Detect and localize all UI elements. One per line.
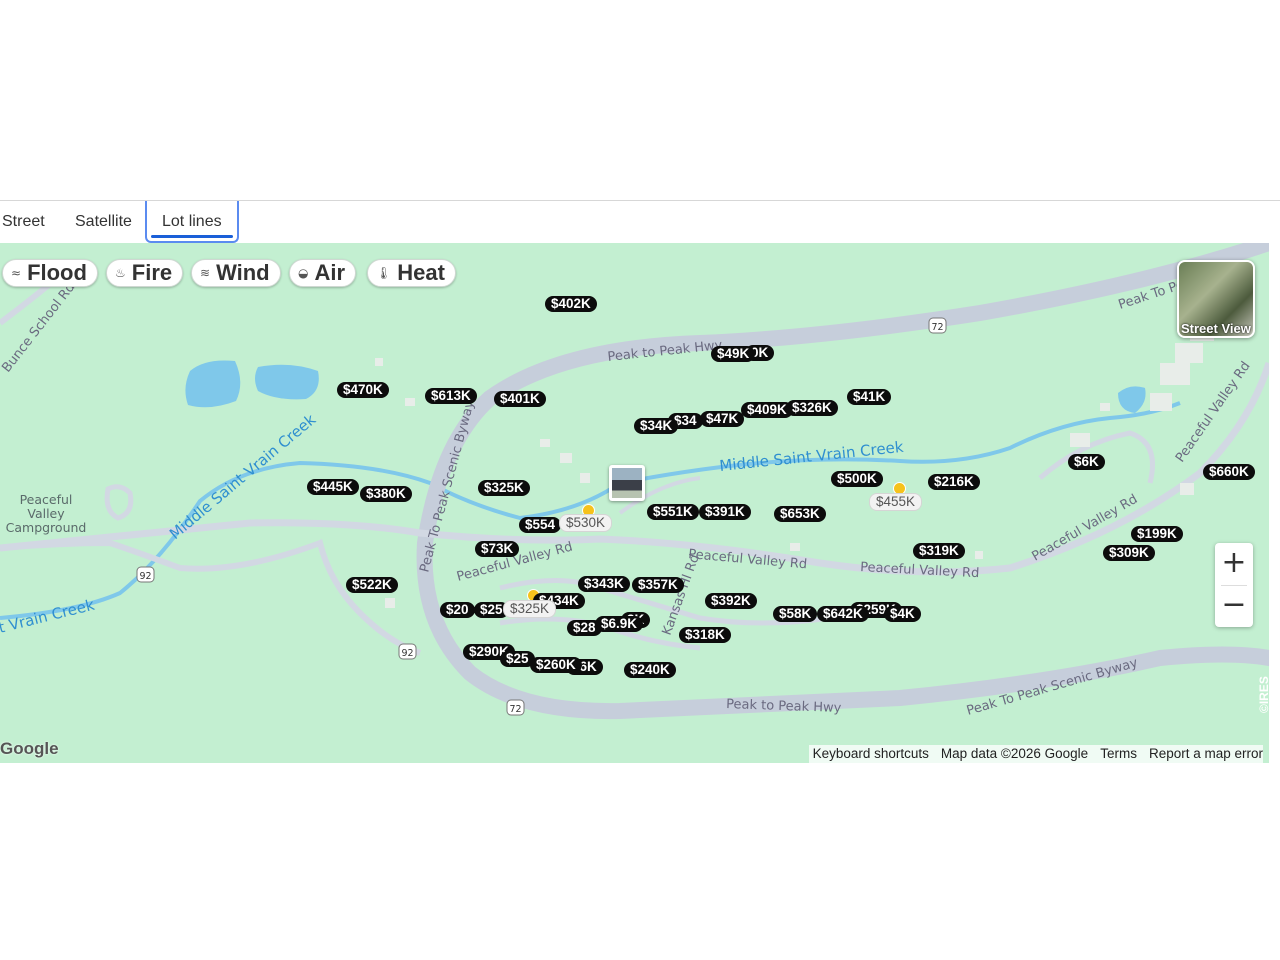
thermometer-icon: 🌡 bbox=[376, 266, 392, 280]
price-marker[interactable]: $325K bbox=[503, 600, 557, 618]
chip-flood[interactable]: ≈ Flood bbox=[2, 259, 98, 287]
map-canvas[interactable]: Bunce School Rd Peak to Peak Hwy Peak To… bbox=[0, 243, 1269, 763]
price-marker[interactable]: $73K bbox=[475, 541, 520, 557]
price-marker[interactable]: $6K bbox=[1068, 454, 1105, 470]
label-campground-3: Campground bbox=[6, 520, 87, 535]
price-marker[interactable]: $357K bbox=[632, 577, 684, 593]
price-marker[interactable]: $409K bbox=[741, 402, 793, 418]
chip-heat-label: Heat bbox=[397, 260, 445, 285]
route-shield-92a-text: 92 bbox=[139, 571, 151, 582]
price-marker[interactable]: $199K bbox=[1131, 526, 1183, 542]
route-shield-92a: 92 bbox=[136, 566, 155, 583]
home-photo bbox=[612, 468, 642, 498]
price-marker[interactable]: $20 bbox=[440, 602, 475, 618]
zoom-control: + − bbox=[1215, 543, 1253, 627]
label-creek-right: Middle Saint Vrain Creek bbox=[719, 438, 905, 475]
google-logo[interactable]: Google bbox=[0, 739, 59, 759]
route-92-road bbox=[0, 539, 421, 656]
price-marker[interactable]: $530K bbox=[559, 514, 613, 532]
price-marker[interactable]: $613K bbox=[425, 388, 477, 404]
price-marker[interactable]: $522K bbox=[346, 577, 398, 593]
price-marker[interactable]: $4K bbox=[884, 606, 921, 622]
price-marker[interactable]: $260K bbox=[530, 657, 582, 673]
price-marker[interactable]: $58K bbox=[773, 606, 818, 622]
tab-satellite[interactable]: Satellite bbox=[75, 201, 132, 243]
map-attribution: Keyboard shortcuts Map data ©2026 Google… bbox=[808, 745, 1263, 763]
tab-lot-lines-label: Lot lines bbox=[162, 213, 222, 230]
terms-link[interactable]: Terms bbox=[1100, 745, 1137, 763]
price-marker[interactable]: $319K bbox=[913, 543, 965, 559]
chip-fire-label: Fire bbox=[131, 260, 173, 285]
label-creek-bottom: t Vrain Creek bbox=[0, 596, 97, 637]
chip-heat[interactable]: 🌡 Heat bbox=[367, 259, 456, 287]
route-shield-72a: 72 bbox=[928, 317, 947, 334]
route-shield-92b-text: 92 bbox=[401, 648, 413, 659]
mask-icon: ◒ bbox=[298, 266, 309, 280]
report-error-link[interactable]: Report a map error bbox=[1149, 745, 1263, 763]
price-marker[interactable]: $6.9K bbox=[595, 616, 644, 632]
price-marker[interactable]: $402K bbox=[545, 296, 597, 312]
wind-icon: ≋ bbox=[200, 266, 211, 280]
price-marker[interactable]: $325K bbox=[478, 480, 530, 496]
price-marker[interactable]: $326K bbox=[786, 400, 838, 416]
route-shield-72b: 72 bbox=[506, 699, 525, 716]
label-campground-2: Valley bbox=[27, 506, 65, 521]
route-shield-92b: 92 bbox=[398, 643, 417, 660]
price-marker[interactable]: $660K bbox=[1203, 464, 1255, 480]
price-marker[interactable]: $500K bbox=[831, 471, 883, 487]
active-tab-indicator bbox=[151, 235, 233, 238]
street-view-thumbnail[interactable]: Street View bbox=[1177, 260, 1255, 338]
tab-lot-lines[interactable]: Lot lines bbox=[145, 201, 239, 243]
price-marker[interactable]: $445K bbox=[307, 479, 359, 495]
keyboard-shortcuts-link[interactable]: Keyboard shortcuts bbox=[813, 745, 929, 763]
pond-east bbox=[1118, 386, 1146, 413]
route-shield-72b-text: 72 bbox=[509, 704, 521, 715]
price-marker[interactable]: $401K bbox=[494, 391, 546, 407]
waves-icon: ≈ bbox=[11, 266, 22, 280]
price-marker[interactable]: $309K bbox=[1103, 545, 1155, 561]
route-shield-72a-text: 72 bbox=[931, 322, 943, 333]
selected-home-thumbnail[interactable] bbox=[609, 465, 645, 501]
chip-air[interactable]: ◒ Air bbox=[289, 259, 357, 287]
chip-wind[interactable]: ≋ Wind bbox=[191, 259, 281, 287]
zoom-divider bbox=[1221, 585, 1247, 586]
zoom-out-button[interactable]: − bbox=[1215, 585, 1253, 627]
chip-flood-label: Flood bbox=[27, 260, 87, 285]
price-marker[interactable]: $653K bbox=[774, 506, 826, 522]
campground-loop bbox=[104, 484, 134, 521]
price-marker[interactable]: $34K bbox=[634, 418, 679, 434]
ires-watermark: ©IRES bbox=[1257, 676, 1269, 713]
map-base-layer: Bunce School Rd Peak to Peak Hwy Peak To… bbox=[0, 243, 1269, 720]
label-kansas-hl-rd: Kansas Hl Rd bbox=[660, 552, 703, 637]
price-marker[interactable]: $343K bbox=[578, 576, 630, 592]
price-marker[interactable]: $470K bbox=[337, 382, 389, 398]
street-view-label: Street View bbox=[1181, 321, 1251, 336]
price-marker[interactable]: $49K bbox=[711, 346, 756, 362]
map-type-tabs: Street Satellite Lot lines bbox=[0, 201, 1280, 245]
chip-air-label: Air bbox=[314, 260, 346, 285]
price-marker[interactable]: $554 bbox=[519, 517, 562, 533]
price-marker[interactable]: $392K bbox=[705, 593, 757, 609]
price-marker[interactable]: $216K bbox=[928, 474, 980, 490]
price-marker[interactable]: $642K bbox=[817, 606, 869, 622]
map-data-text: Map data ©2026 Google bbox=[940, 746, 1089, 761]
tab-street[interactable]: Street bbox=[2, 201, 45, 243]
chip-fire[interactable]: ♨ Fire bbox=[106, 259, 184, 287]
zoom-in-button[interactable]: + bbox=[1215, 543, 1253, 585]
chip-wind-label: Wind bbox=[216, 260, 270, 285]
price-marker[interactable]: $391K bbox=[699, 504, 751, 520]
price-marker[interactable]: $455K bbox=[869, 493, 923, 511]
price-marker[interactable]: $41K bbox=[847, 389, 892, 405]
pond-right bbox=[255, 364, 319, 400]
price-marker[interactable]: $240K bbox=[624, 662, 676, 678]
label-peaceful-valley-3: Peaceful Valley Rd bbox=[860, 560, 980, 581]
price-marker[interactable]: $380K bbox=[360, 486, 412, 502]
label-campground-1: Peaceful bbox=[20, 492, 73, 507]
price-marker[interactable]: $318K bbox=[679, 627, 731, 643]
price-marker[interactable]: $551K bbox=[647, 504, 699, 520]
flame-icon: ♨ bbox=[115, 266, 126, 280]
pond-left bbox=[185, 360, 241, 408]
price-marker[interactable]: $47K bbox=[700, 411, 745, 427]
label-peak-byway-left: Peak To Peak Scenic Byway bbox=[417, 399, 477, 574]
